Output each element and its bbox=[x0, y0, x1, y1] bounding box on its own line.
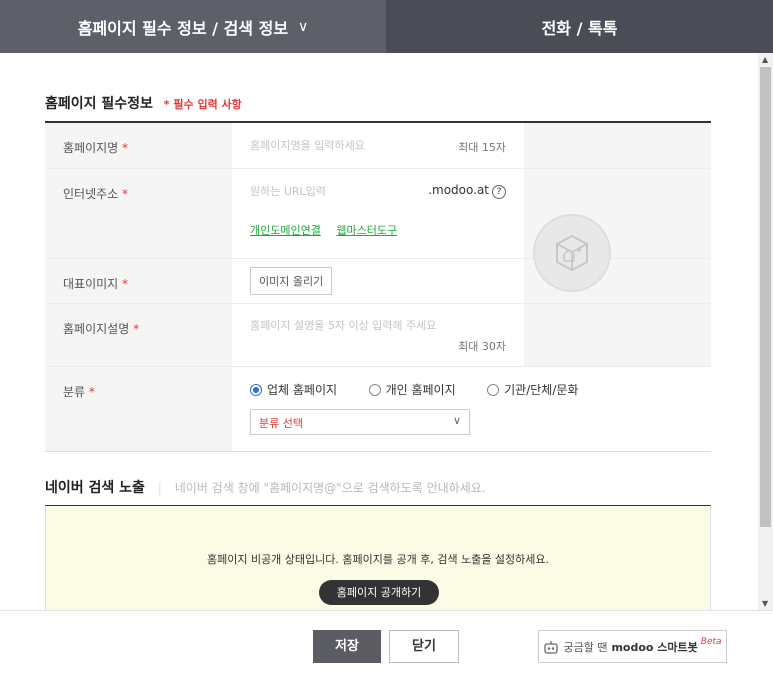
description-input[interactable]: 홈페이지 설명을 5자 이상 입력해 주세요 최대 30자 bbox=[232, 304, 524, 366]
naver-search-header: 네이버 검색 노출 | 네이버 검색 창에 "홈페이지명@"으로 검색하도록 안… bbox=[45, 477, 486, 497]
description-placeholder: 홈페이지 설명을 5자 이상 입력해 주세요 bbox=[250, 319, 437, 332]
url-placeholder: 원하는 URL입력 bbox=[250, 185, 326, 198]
tab-phone-talk[interactable]: 전화 / 톡톡 bbox=[386, 0, 773, 53]
scrollbar[interactable]: ▲ ▼ bbox=[758, 53, 773, 610]
required-star: * bbox=[122, 141, 129, 155]
row-category: 분류 * 업체 홈페이지 개인 홈페이지 기관/단체/문화 분류 선택 ∨ bbox=[45, 367, 711, 452]
required-star: * bbox=[88, 385, 95, 399]
label-text: 분류 bbox=[63, 385, 86, 399]
radio-icon bbox=[487, 383, 500, 396]
radio-organization[interactable]: 기관/단체/문화 bbox=[487, 381, 578, 398]
section-title: 홈페이지 필수정보 * 필수 입력 사항 bbox=[45, 93, 242, 113]
radio-personal[interactable]: 개인 홈페이지 bbox=[368, 381, 456, 398]
required-star: * bbox=[122, 277, 129, 291]
url-input[interactable]: 원하는 URL입력 .modoo.at? bbox=[232, 169, 524, 214]
save-button[interactable]: 저장 bbox=[313, 630, 381, 663]
radio-business[interactable]: 업체 홈페이지 bbox=[250, 381, 337, 398]
label-image: 대표이미지 * bbox=[45, 259, 232, 303]
notice-message: 홈페이지 비공개 상태입니다. 홈페이지를 공개 후, 검색 노출을 설정하세요… bbox=[206, 553, 550, 566]
domain-text: .modoo.at bbox=[428, 183, 489, 197]
scroll-up-icon[interactable]: ▲ bbox=[762, 55, 768, 64]
footer: 저장 닫기 궁금할 땐 modoo 스마트봇 Beta bbox=[0, 610, 773, 679]
radio-selected-icon bbox=[250, 383, 262, 396]
label-text: 홈페이지설명 bbox=[63, 322, 130, 336]
homepage-name-placeholder: 홈페이지명을 입력하세요 bbox=[250, 139, 365, 152]
category-radios: 업체 홈페이지 개인 홈페이지 기관/단체/문화 bbox=[250, 381, 693, 399]
section-title-text: 홈페이지 필수정보 bbox=[45, 96, 153, 112]
smartbot-prefix: 궁금할 땐 bbox=[563, 640, 608, 654]
required-star: * bbox=[133, 322, 140, 336]
close-button[interactable]: 닫기 bbox=[389, 630, 459, 663]
row-image: 대표이미지 * 이미지 올리기 bbox=[45, 259, 711, 304]
required-info-form: 홈페이지명 * 홈페이지명을 입력하세요 최대 15자 인터넷주소 * 원하는 … bbox=[45, 121, 711, 452]
scrollbar-thumb[interactable] bbox=[760, 67, 771, 527]
image-preview-panel-2 bbox=[524, 169, 711, 214]
row-url-links: 개인도메인연결 웹마스터도구 bbox=[45, 214, 711, 259]
label-category: 분류 * bbox=[45, 367, 232, 451]
radio-personal-label: 개인 홈페이지 bbox=[385, 383, 456, 397]
house-box-icon bbox=[556, 234, 588, 272]
image-preview-panel-5 bbox=[524, 304, 711, 366]
smartbot-button[interactable]: 궁금할 땐 modoo 스마트봇 Beta bbox=[538, 630, 727, 663]
radio-icon bbox=[368, 383, 381, 396]
label-text: 홈페이지명 bbox=[63, 141, 119, 155]
tab-required-info-label: 홈페이지 필수 정보 / 검색 정보 bbox=[77, 18, 289, 38]
beta-badge: Beta bbox=[700, 636, 722, 647]
category-select[interactable]: 분류 선택 ∨ bbox=[250, 408, 470, 435]
image-preview-panel bbox=[524, 123, 711, 168]
webmaster-tools-link[interactable]: 웹마스터도구 bbox=[336, 224, 397, 237]
required-note: * 필수 입력 사항 bbox=[163, 98, 242, 111]
tab-required-info[interactable]: 홈페이지 필수 정보 / 검색 정보 ∨ bbox=[0, 0, 386, 53]
top-tabs: 홈페이지 필수 정보 / 검색 정보 ∨ 전화 / 톡톡 bbox=[0, 0, 773, 53]
label-url: 인터넷주소 * bbox=[45, 169, 232, 214]
homepage-name-input[interactable]: 홈페이지명을 입력하세요 최대 15자 bbox=[232, 123, 524, 168]
radio-business-label: 업체 홈페이지 bbox=[267, 383, 338, 397]
category-select-value: 분류 선택 bbox=[259, 416, 303, 430]
label-description: 홈페이지설명 * bbox=[45, 304, 232, 366]
publish-homepage-button[interactable]: 홈페이지 공개하기 bbox=[319, 580, 439, 605]
image-upload-field: 이미지 올리기 bbox=[232, 259, 524, 303]
url-links: 개인도메인연결 웹마스터도구 bbox=[232, 214, 524, 258]
naver-notice-box: 홈페이지 비공개 상태입니다. 홈페이지를 공개 후, 검색 노출을 설정하세요… bbox=[45, 505, 711, 610]
scroll-down-icon[interactable]: ▼ bbox=[762, 599, 768, 608]
label-homepage-name: 홈페이지명 * bbox=[45, 123, 232, 168]
row-description: 홈페이지설명 * 홈페이지 설명을 5자 이상 입력해 주세요 최대 30자 bbox=[45, 304, 711, 367]
naver-search-desc: 네이버 검색 창에 "홈페이지명@"으로 검색하도록 안내하세요. bbox=[174, 481, 486, 495]
upload-image-button[interactable]: 이미지 올리기 bbox=[250, 267, 333, 295]
label-empty bbox=[45, 214, 232, 258]
row-homepage-name: 홈페이지명 * 홈페이지명을 입력하세요 최대 15자 bbox=[45, 123, 711, 169]
chevron-down-icon: ∨ bbox=[298, 18, 309, 35]
row-url: 인터넷주소 * 원하는 URL입력 .modoo.at? bbox=[45, 169, 711, 214]
custom-domain-link[interactable]: 개인도메인연결 bbox=[250, 224, 321, 237]
help-icon[interactable]: ? bbox=[492, 185, 506, 199]
tab-phone-talk-label: 전화 / 톡톡 bbox=[541, 18, 618, 38]
robot-icon bbox=[544, 640, 559, 654]
divider: | bbox=[157, 481, 162, 495]
label-text: 인터넷주소 bbox=[63, 187, 119, 201]
homepage-name-limit: 최대 15자 bbox=[458, 141, 506, 154]
required-star: * bbox=[122, 187, 129, 201]
content-area: 홈페이지 필수정보 * 필수 입력 사항 홈페이지명 * 홈페이지명을 입력하세… bbox=[0, 53, 773, 610]
naver-search-title: 네이버 검색 노출 bbox=[45, 480, 145, 496]
image-placeholder-icon bbox=[533, 214, 611, 292]
chevron-down-icon: ∨ bbox=[452, 413, 461, 427]
domain-suffix: .modoo.at? bbox=[428, 183, 506, 199]
category-field: 업체 홈페이지 개인 홈페이지 기관/단체/문화 분류 선택 ∨ bbox=[232, 367, 711, 451]
description-limit: 최대 30자 bbox=[458, 340, 506, 353]
smartbot-brand: modoo 스마트봇 bbox=[611, 640, 698, 654]
label-text: 대표이미지 bbox=[63, 277, 119, 291]
radio-organization-label: 기관/단체/문화 bbox=[504, 383, 579, 397]
